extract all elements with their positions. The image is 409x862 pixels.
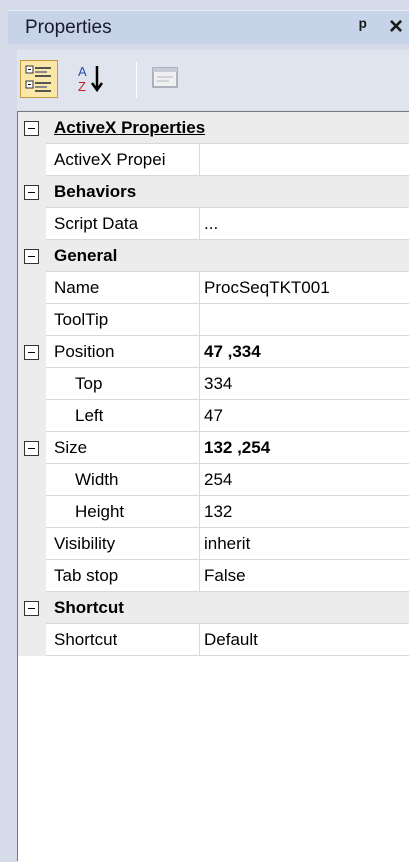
collapse-toggle-icon[interactable] bbox=[24, 345, 39, 360]
svg-text:Z: Z bbox=[78, 79, 86, 94]
property-row-shortcut[interactable]: Shortcut Default bbox=[18, 624, 409, 656]
category-label: Behaviors bbox=[54, 182, 137, 201]
property-value[interactable]: 254 bbox=[200, 464, 409, 496]
property-row-script-data[interactable]: Script Data ... bbox=[18, 208, 409, 240]
grid-empty-area bbox=[18, 656, 409, 862]
property-name: Shortcut bbox=[54, 630, 118, 649]
properties-toolbar: A Z bbox=[17, 50, 409, 110]
panel-title: Properties bbox=[25, 17, 112, 38]
property-value[interactable]: ... bbox=[200, 208, 409, 240]
property-value[interactable]: 334 bbox=[200, 368, 409, 400]
close-icon[interactable]: × bbox=[389, 13, 403, 41]
property-name: Height bbox=[75, 502, 125, 521]
property-value[interactable]: 132 bbox=[200, 496, 409, 528]
category-label: General bbox=[54, 246, 118, 265]
alphabetical-sort-button[interactable]: A Z bbox=[72, 60, 110, 98]
property-pages-icon bbox=[152, 67, 178, 88]
collapse-toggle-icon[interactable] bbox=[24, 185, 39, 200]
property-name: Left bbox=[75, 406, 104, 425]
panel-title-bar[interactable]: Properties ᵖ × bbox=[8, 10, 409, 44]
property-pages-button[interactable] bbox=[147, 60, 185, 98]
categorized-view-icon bbox=[25, 65, 51, 92]
property-row-left[interactable]: Left 47 bbox=[18, 400, 409, 432]
property-row-position[interactable]: Position 47 ,334 bbox=[18, 336, 409, 368]
property-row-height[interactable]: Height 132 bbox=[18, 496, 409, 528]
property-value[interactable]: 47 ,334 bbox=[200, 336, 409, 368]
collapse-toggle-icon[interactable] bbox=[24, 121, 39, 136]
property-row-size[interactable]: Size 132 ,254 bbox=[18, 432, 409, 464]
category-activex-properties[interactable]: ActiveX Properties bbox=[18, 112, 409, 144]
property-grid: ActiveX Properties ActiveX Propei Behavi… bbox=[17, 111, 409, 862]
property-value[interactable]: False bbox=[200, 560, 409, 592]
collapse-toggle-icon[interactable] bbox=[24, 441, 39, 456]
property-name: Top bbox=[75, 374, 103, 393]
property-row-activex[interactable]: ActiveX Propei bbox=[18, 144, 409, 176]
property-row-tooltip[interactable]: ToolTip bbox=[18, 304, 409, 336]
property-name: Visibility bbox=[54, 534, 116, 553]
property-value[interactable]: inherit bbox=[200, 528, 409, 560]
property-row-visibility[interactable]: Visibility inherit bbox=[18, 528, 409, 560]
category-label: Shortcut bbox=[54, 598, 124, 617]
property-value[interactable] bbox=[200, 144, 409, 176]
property-name: ToolTip bbox=[54, 310, 109, 329]
categorized-view-button[interactable] bbox=[20, 60, 58, 98]
property-row-name[interactable]: Name ProcSeqTKT001 bbox=[18, 272, 409, 304]
category-general[interactable]: General bbox=[18, 240, 409, 272]
property-name: Script Data bbox=[54, 214, 139, 233]
property-name: ActiveX Propei bbox=[54, 150, 166, 169]
property-value[interactable]: 132 ,254 bbox=[200, 432, 409, 464]
category-shortcut[interactable]: Shortcut bbox=[18, 592, 409, 624]
category-behaviors[interactable]: Behaviors bbox=[18, 176, 409, 208]
property-value[interactable]: 47 bbox=[200, 400, 409, 432]
collapse-toggle-icon[interactable] bbox=[24, 249, 39, 264]
property-name: Width bbox=[75, 470, 119, 489]
property-name: Tab stop bbox=[54, 566, 119, 585]
property-value[interactable]: Default bbox=[200, 624, 409, 656]
property-name: Name bbox=[54, 278, 100, 297]
collapse-toggle-icon[interactable] bbox=[24, 601, 39, 616]
property-value[interactable] bbox=[200, 304, 409, 336]
property-row-top[interactable]: Top 334 bbox=[18, 368, 409, 400]
property-name: Size bbox=[54, 438, 88, 457]
sort-alphabetical-icon: A Z bbox=[78, 64, 104, 94]
toolbar-separator bbox=[136, 62, 137, 98]
property-name: Position bbox=[54, 342, 115, 361]
category-label: ActiveX Properties bbox=[54, 118, 206, 137]
properties-panel: Properties ᵖ × A Z ActiveX Properties Ac… bbox=[0, 0, 409, 862]
svg-text:A: A bbox=[78, 64, 87, 79]
property-value[interactable]: ProcSeqTKT001 bbox=[200, 272, 409, 304]
property-row-tab-stop[interactable]: Tab stop False bbox=[18, 560, 409, 592]
property-row-width[interactable]: Width 254 bbox=[18, 464, 409, 496]
pushpin-icon[interactable]: ᵖ bbox=[359, 16, 367, 39]
